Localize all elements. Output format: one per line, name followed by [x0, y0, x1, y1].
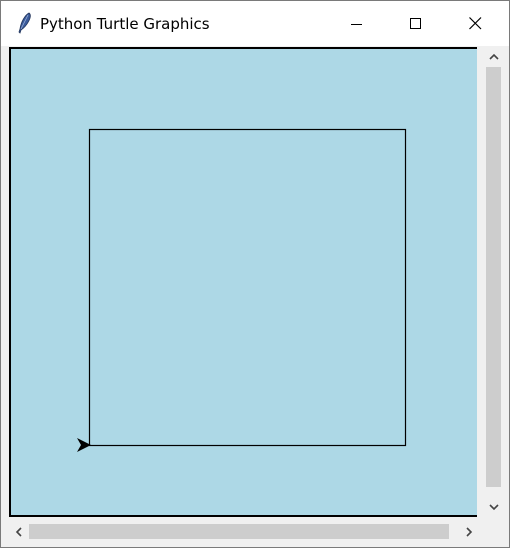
scroll-up-button[interactable] [485, 48, 503, 66]
chevron-right-icon [466, 527, 473, 537]
scroll-left-button[interactable] [10, 523, 28, 541]
window-title: Python Turtle Graphics [40, 15, 210, 33]
maximize-button[interactable] [387, 1, 445, 46]
close-icon [468, 17, 481, 30]
turtle-canvas[interactable] [11, 49, 477, 515]
title-bar[interactable]: Python Turtle Graphics [1, 1, 509, 46]
canvas-frame [9, 47, 477, 517]
feather-icon [18, 12, 31, 34]
horizontal-scroll-thumb[interactable] [29, 524, 449, 539]
minimize-icon [351, 23, 362, 25]
vertical-scrollbar[interactable] [484, 47, 503, 517]
maximize-icon [410, 17, 421, 29]
scroll-right-button[interactable] [460, 523, 478, 541]
turtle-window: Python Turtle Graphics [0, 0, 510, 548]
minimize-button[interactable] [328, 1, 386, 46]
chevron-down-icon [489, 504, 499, 511]
drawing [77, 128, 407, 452]
chevron-up-icon [489, 53, 499, 60]
horizontal-scrollbar[interactable] [9, 522, 479, 541]
drawn-square [88, 128, 407, 447]
chevron-left-icon [15, 527, 22, 537]
close-button[interactable] [446, 1, 504, 46]
vertical-scroll-thumb[interactable] [486, 67, 501, 487]
scroll-down-button[interactable] [485, 498, 503, 516]
